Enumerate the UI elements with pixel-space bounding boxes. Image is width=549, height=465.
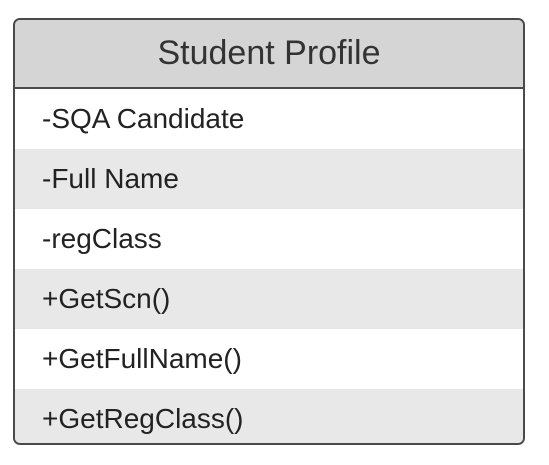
- method-label: +GetScn(): [42, 283, 171, 314]
- attribute-row: -SQA Candidate: [15, 89, 523, 149]
- class-title: Student Profile: [157, 34, 381, 72]
- attribute-label: -SQA Candidate: [42, 103, 245, 134]
- attribute-label: -Full Name: [42, 163, 179, 194]
- attribute-row: -Full Name: [15, 149, 523, 209]
- attribute-label: -regClass: [42, 223, 162, 254]
- uml-class-box: Student Profile -SQA Candidate -Full Nam…: [13, 18, 525, 445]
- method-label: +GetRegClass(): [42, 403, 244, 434]
- method-row: +GetScn(): [15, 269, 523, 329]
- class-header: Student Profile: [15, 20, 523, 89]
- method-row: +GetRegClass(): [15, 389, 523, 443]
- method-label: +GetFullName(): [42, 343, 242, 374]
- attribute-row: -regClass: [15, 209, 523, 269]
- method-row: +GetFullName(): [15, 329, 523, 389]
